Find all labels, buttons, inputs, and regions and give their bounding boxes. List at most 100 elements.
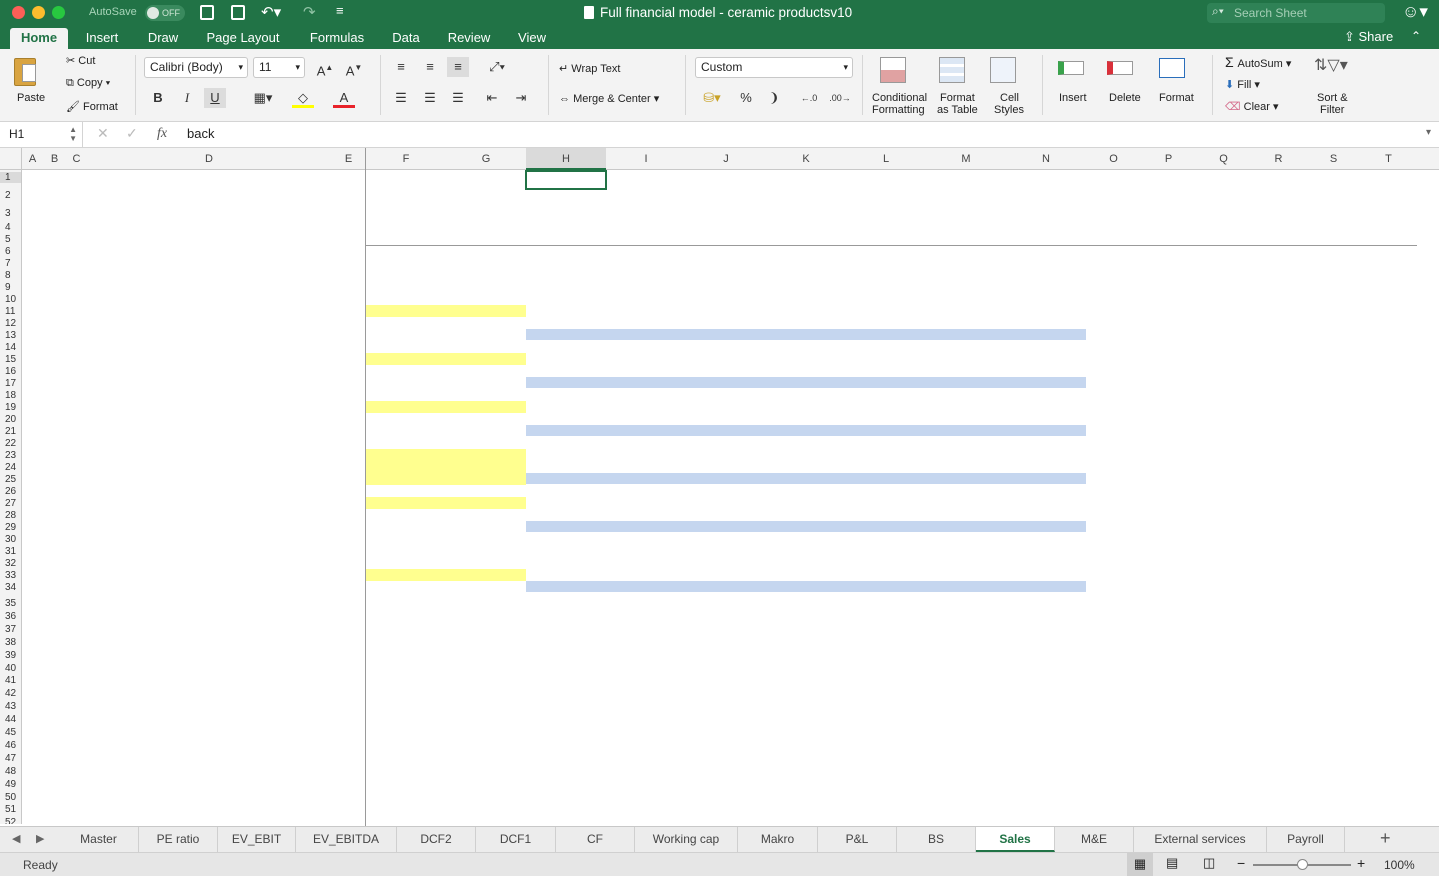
column-header-a[interactable]: A bbox=[22, 148, 43, 170]
sheet-tab-dcf2[interactable]: DCF2 bbox=[397, 827, 476, 852]
row-header-51[interactable]: 51 bbox=[0, 804, 21, 815]
row-header-13[interactable]: 13 bbox=[0, 330, 21, 341]
row-header-7[interactable]: 7 bbox=[0, 258, 21, 269]
row-header-6[interactable]: 6 bbox=[0, 246, 21, 257]
decrease-decimal-icon[interactable]: .00→ bbox=[827, 88, 853, 108]
column-header-b[interactable]: B bbox=[43, 148, 66, 170]
align-center-icon[interactable]: ☰ bbox=[419, 88, 441, 108]
page-break-view-icon[interactable]: ◫ bbox=[1203, 855, 1215, 871]
row-header-10[interactable]: 10 bbox=[0, 294, 21, 305]
normal-view-icon[interactable]: ▦ bbox=[1127, 853, 1153, 876]
row-header-30[interactable]: 30 bbox=[0, 534, 21, 545]
row-header-35[interactable]: 35 bbox=[0, 598, 21, 609]
sheet-tab-master[interactable]: Master bbox=[59, 827, 139, 852]
share-button[interactable]: ⇪ Share bbox=[1344, 29, 1393, 45]
row-header-19[interactable]: 19 bbox=[0, 402, 21, 413]
tab-home[interactable]: Home bbox=[10, 28, 68, 49]
italic-button[interactable]: I bbox=[176, 88, 198, 108]
format-cells-button[interactable]: Format bbox=[1155, 55, 1199, 115]
column-header-j[interactable]: J bbox=[686, 148, 766, 170]
row-header-52[interactable]: 52 bbox=[0, 817, 21, 824]
row-header-36[interactable]: 36 bbox=[0, 611, 21, 622]
scroll-tabs-right-icon[interactable]: ▶ bbox=[36, 832, 44, 845]
row-header-44[interactable]: 44 bbox=[0, 714, 21, 725]
font-color-icon[interactable]: A bbox=[333, 88, 355, 108]
page-layout-view-icon[interactable]: ▤ bbox=[1166, 855, 1178, 871]
column-header-f[interactable]: F bbox=[366, 148, 446, 170]
clear-button[interactable]: ⌫ Clear ▾ bbox=[1225, 100, 1279, 113]
merge-center-button[interactable]: ⇔ Merge & Center ▾ bbox=[559, 92, 659, 105]
sheet-tab-sales[interactable]: Sales bbox=[976, 827, 1055, 852]
decrease-font-size-icon[interactable]: A▼ bbox=[341, 58, 367, 78]
sheet-tab-working-cap[interactable]: Working cap bbox=[635, 827, 738, 852]
tab-insert[interactable]: Insert bbox=[78, 28, 126, 49]
increase-indent-icon[interactable]: ⇥ bbox=[510, 88, 532, 108]
row-header-1[interactable]: 1 bbox=[0, 172, 21, 183]
row-header-17[interactable]: 17 bbox=[0, 378, 21, 389]
orientation-icon[interactable]: ⤢▾ bbox=[482, 57, 512, 77]
column-header-h[interactable]: H bbox=[526, 148, 606, 170]
decrease-indent-icon[interactable]: ⇤ bbox=[481, 88, 503, 108]
tab-draw[interactable]: Draw bbox=[140, 28, 186, 49]
column-header-p[interactable]: P bbox=[1141, 148, 1196, 170]
row-header-15[interactable]: 15 bbox=[0, 354, 21, 365]
font-size-select[interactable]: 11 ▾ bbox=[253, 57, 305, 78]
sheet-tab-dcf1[interactable]: DCF1 bbox=[476, 827, 556, 852]
close-window-button[interactable] bbox=[12, 6, 25, 19]
row-header-26[interactable]: 26 bbox=[0, 486, 21, 497]
row-header-18[interactable]: 18 bbox=[0, 390, 21, 401]
column-header-n[interactable]: N bbox=[1006, 148, 1086, 170]
row-header-20[interactable]: 20 bbox=[0, 414, 21, 425]
row-header-31[interactable]: 31 bbox=[0, 546, 21, 557]
row-header-39[interactable]: 39 bbox=[0, 650, 21, 661]
add-sheet-button[interactable]: + bbox=[1380, 828, 1391, 849]
row-header-21[interactable]: 21 bbox=[0, 426, 21, 437]
row-header-12[interactable]: 12 bbox=[0, 318, 21, 329]
column-header-o[interactable]: O bbox=[1086, 148, 1141, 170]
align-bottom-icon[interactable]: ≡ bbox=[447, 57, 469, 77]
sheet-tab-pe-ratio[interactable]: PE ratio bbox=[139, 827, 218, 852]
fill-color-icon[interactable]: ◇ bbox=[292, 88, 314, 108]
accounting-format-icon[interactable]: ⛁▾ bbox=[697, 88, 727, 108]
minimize-window-button[interactable] bbox=[32, 6, 45, 19]
row-header-27[interactable]: 27 bbox=[0, 498, 21, 509]
insert-function-icon[interactable]: fx bbox=[157, 126, 167, 142]
row-header-49[interactable]: 49 bbox=[0, 779, 21, 790]
sort-filter-button[interactable]: ⇅▽▾ Sort & Filter bbox=[1310, 55, 1356, 116]
zoom-slider[interactable] bbox=[1253, 859, 1351, 870]
fill-button[interactable]: ⬇ Fill ▾ bbox=[1225, 78, 1260, 91]
column-header-k[interactable]: K bbox=[766, 148, 846, 170]
row-header-22[interactable]: 22 bbox=[0, 438, 21, 449]
row-header-8[interactable]: 8 bbox=[0, 270, 21, 281]
increase-decimal-icon[interactable]: ←.0 bbox=[796, 88, 822, 108]
row-header-11[interactable]: 11 bbox=[0, 306, 21, 317]
row-header-32[interactable]: 32 bbox=[0, 558, 21, 569]
tab-data[interactable]: Data bbox=[387, 28, 425, 49]
row-header-25[interactable]: 25 bbox=[0, 474, 21, 485]
zoom-out-button[interactable]: − bbox=[1237, 855, 1245, 871]
sheet-tab-p-l[interactable]: P&L bbox=[818, 827, 897, 852]
zoom-level[interactable]: 100% bbox=[1384, 858, 1415, 872]
enter-icon[interactable]: ✓ bbox=[126, 125, 138, 142]
row-header-48[interactable]: 48 bbox=[0, 766, 21, 777]
name-box[interactable]: H1 ▲ ▼ bbox=[0, 122, 83, 147]
delete-cells-button[interactable]: Delete bbox=[1103, 55, 1147, 115]
smiley-feedback-icon[interactable]: ☺▾ bbox=[1402, 2, 1428, 22]
row-header-16[interactable]: 16 bbox=[0, 366, 21, 377]
row-header-37[interactable]: 37 bbox=[0, 624, 21, 635]
select-all-corner[interactable] bbox=[0, 148, 22, 170]
align-top-icon[interactable]: ≡ bbox=[390, 57, 412, 77]
row-header-28[interactable]: 28 bbox=[0, 510, 21, 521]
row-header-5[interactable]: 5 bbox=[0, 234, 21, 245]
row-header-29[interactable]: 29 bbox=[0, 522, 21, 533]
column-header-r[interactable]: R bbox=[1251, 148, 1306, 170]
sheet-tab-cf[interactable]: CF bbox=[556, 827, 635, 852]
row-header-46[interactable]: 46 bbox=[0, 740, 21, 751]
zoom-in-button[interactable]: + bbox=[1357, 855, 1365, 871]
row-header-38[interactable]: 38 bbox=[0, 637, 21, 648]
save-icon[interactable] bbox=[200, 5, 214, 20]
formula-content[interactable]: back bbox=[187, 126, 214, 141]
row-header-45[interactable]: 45 bbox=[0, 727, 21, 738]
column-header-m[interactable]: M bbox=[926, 148, 1006, 170]
expand-formula-icon[interactable]: ▾ bbox=[1426, 127, 1431, 138]
